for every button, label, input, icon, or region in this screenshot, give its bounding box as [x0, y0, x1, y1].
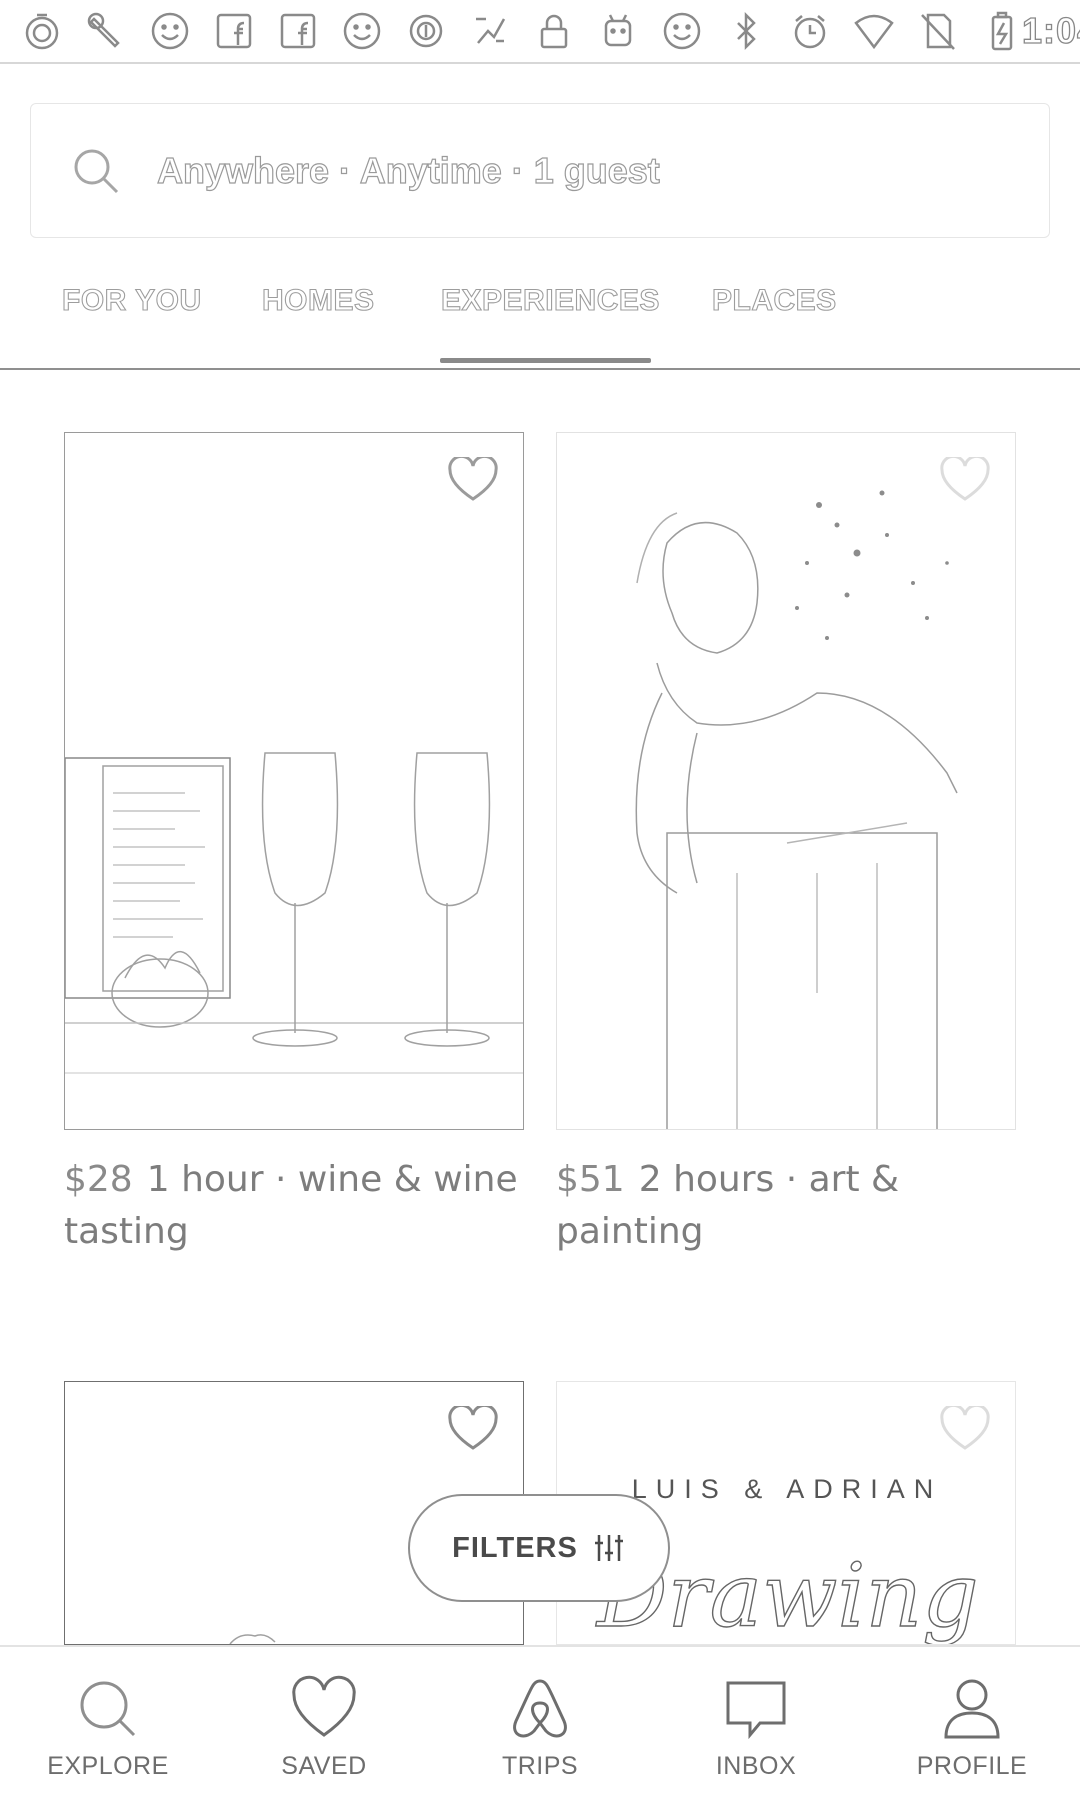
lock-icon	[534, 11, 574, 51]
no-sim-icon	[918, 11, 958, 51]
nav-saved[interactable]: SAVED	[216, 1647, 432, 1796]
experience-price: $28	[64, 1159, 133, 1200]
save-heart-icon[interactable]	[447, 454, 499, 503]
save-heart-icon[interactable]	[939, 1403, 991, 1452]
tab-homes[interactable]: HOMES	[261, 283, 374, 318]
nav-profile[interactable]: PROFILE	[864, 1647, 1080, 1796]
experience-photo-wine[interactable]	[64, 432, 524, 1130]
experience-photo-art[interactable]	[556, 432, 1016, 1130]
category-tabs: FOR YOU HOMES EXPERIENCES PLACES	[0, 270, 1080, 370]
filters-button[interactable]: FILTERS	[408, 1494, 670, 1602]
experience-caption-wine: $28 1 hour · wine & wine tasting	[64, 1154, 534, 1258]
stopwatch-icon	[22, 11, 62, 51]
nav-saved-label: SAVED	[281, 1752, 367, 1780]
experience-title-line1: 2 hours · art &	[638, 1159, 900, 1200]
sliders-icon	[594, 1535, 623, 1561]
alarm-icon	[790, 11, 830, 51]
wrench-icon	[86, 11, 126, 51]
smiley-icon	[662, 11, 702, 51]
wifi-icon	[854, 11, 894, 51]
nav-inbox[interactable]: INBOX	[648, 1647, 864, 1796]
status-time: 1:04	[1021, 9, 1080, 51]
smiley-icon	[150, 11, 190, 51]
fan-icon	[470, 11, 510, 51]
search-icon	[74, 149, 119, 193]
heart-icon	[288, 1673, 360, 1745]
nav-explore-label: EXPLORE	[47, 1752, 169, 1780]
experience-card-art[interactable]: $51 2 hours · art & painting	[556, 432, 1026, 1272]
status-icons	[22, 11, 1022, 51]
experience-title-line2: tasting	[64, 1211, 189, 1252]
save-heart-icon[interactable]	[939, 454, 991, 503]
active-tab-indicator	[440, 358, 651, 363]
smiley-icon	[342, 11, 382, 51]
search-bar[interactable]: Anywhere · Anytime · 1 guest	[30, 103, 1050, 238]
save-heart-icon[interactable]	[447, 1403, 499, 1452]
nav-explore[interactable]: EXPLORE	[0, 1647, 216, 1796]
experience-card-wine[interactable]: $28 1 hour · wine & wine tasting	[64, 432, 534, 1272]
nav-profile-label: PROFILE	[916, 1752, 1028, 1780]
circle-icon	[406, 11, 446, 51]
tab-places[interactable]: PLACES	[711, 283, 836, 318]
status-bar: 1:04	[0, 0, 1080, 64]
chat-bubble-icon	[720, 1673, 792, 1745]
battery-charging-icon	[982, 11, 1022, 51]
nav-trips-label: TRIPS	[501, 1752, 579, 1780]
experience-caption-art: $51 2 hours · art & painting	[556, 1154, 1026, 1258]
nav-inbox-label: INBOX	[715, 1752, 797, 1780]
airbnb-logo-icon	[504, 1673, 576, 1745]
tab-experiences[interactable]: EXPERIENCES	[440, 283, 660, 318]
android-icon	[598, 11, 638, 51]
nav-trips[interactable]: TRIPS	[432, 1647, 648, 1796]
bluetooth-icon	[726, 11, 766, 51]
filters-label: FILTERS	[452, 1531, 578, 1564]
tab-for-you[interactable]: FOR YOU	[61, 283, 201, 318]
facebook-icon	[278, 11, 318, 51]
search-summary: Anywhere · Anytime · 1 guest	[156, 149, 660, 191]
bottom-navigation: EXPLORE SAVED TRIPS INBOX PROFILE	[0, 1645, 1080, 1796]
person-icon	[936, 1673, 1008, 1745]
facebook-icon	[214, 11, 254, 51]
search-icon	[72, 1673, 144, 1745]
experience-title-line2: painting	[556, 1211, 704, 1252]
experience-title-line1: 1 hour · wine & wine	[146, 1159, 518, 1200]
experience-price: $51	[556, 1159, 625, 1200]
